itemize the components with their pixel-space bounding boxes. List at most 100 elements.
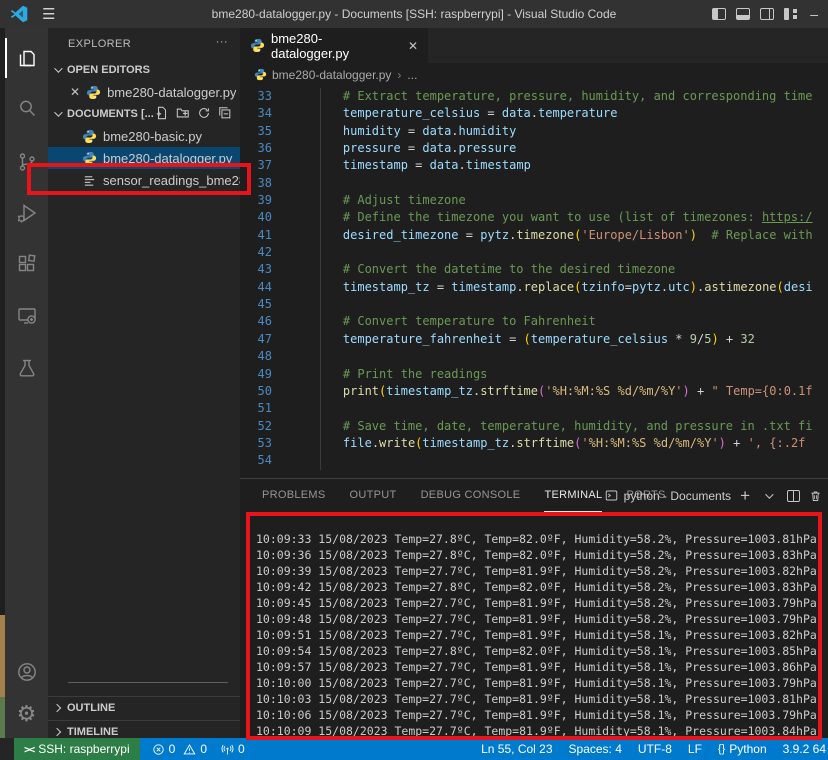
code-line[interactable]: 33 # Extract temperature, pressure, humi…	[240, 88, 828, 105]
open-editors-section[interactable]: OPEN EDITORS	[48, 59, 240, 81]
code-line[interactable]: 38	[240, 175, 828, 192]
code-line[interactable]: 40 # Define the timezone you want to use…	[240, 209, 828, 226]
terminal-selector[interactable]: python - Documents	[605, 489, 731, 503]
panel-tab-problems[interactable]: PROBLEMS	[262, 479, 326, 512]
indent-guide	[320, 88, 321, 470]
code-line[interactable]: 42	[240, 244, 828, 261]
run-debug-icon[interactable]	[5, 191, 48, 235]
line-number: 48	[240, 348, 272, 365]
code-line[interactable]: 34 temperature_celsius = data.temperatur…	[240, 105, 828, 122]
ports-indicator[interactable]: 0	[221, 742, 245, 756]
panel-tab-output[interactable]: OUTPUT	[350, 479, 397, 512]
language-mode[interactable]: {} Python	[718, 742, 767, 756]
remote-explorer-icon[interactable]	[5, 294, 48, 338]
breadcrumb[interactable]: bme280-datalogger.py › ...	[240, 63, 828, 86]
refresh-icon[interactable]	[197, 106, 211, 120]
line-number: 41	[240, 227, 272, 244]
settings-gear-icon[interactable]: ⚙	[5, 692, 48, 736]
line-number: 34	[240, 105, 272, 122]
explorer-icon[interactable]	[5, 36, 48, 80]
outline-section[interactable]: OUTLINE	[48, 696, 240, 718]
line-number: 40	[240, 209, 272, 226]
code-line[interactable]: 43 # Convert the datetime to the desired…	[240, 261, 828, 278]
minimize-button[interactable]: –	[810, 6, 818, 22]
status-bar: >< SSH: raspberrypi 0 0 0 Ln 55, Col 23 …	[0, 738, 828, 760]
vscode-window: ☰ bme280-datalogger.py - Documents [SSH:…	[0, 0, 828, 760]
problems-indicator[interactable]: 0 0	[152, 742, 207, 756]
file-item-bme280-basic.py[interactable]: bme280-basic.py	[48, 125, 240, 147]
code-line[interactable]: 54	[240, 452, 828, 469]
code-line[interactable]: 52 # Save time, date, temperature, humid…	[240, 418, 828, 435]
split-terminal-icon[interactable]	[787, 490, 800, 502]
extensions-icon[interactable]	[5, 242, 48, 286]
broadcast-tower-icon	[221, 743, 234, 756]
code-line[interactable]: 37 timestamp = data.timestamp	[240, 157, 828, 174]
account-icon[interactable]	[5, 650, 48, 694]
collapse-all-icon[interactable]	[218, 106, 232, 120]
code-line[interactable]: 46 # Convert temperature to Fahrenheit	[240, 313, 828, 330]
code-line[interactable]: 51	[240, 400, 828, 417]
code-line[interactable]: 41 desired_timezone = pytz.timezone('Eur…	[240, 227, 828, 244]
remote-indicator[interactable]: >< SSH: raspberrypi	[14, 738, 140, 760]
warning-icon	[183, 743, 196, 756]
tab-bar: bme280-datalogger.py ✕	[240, 28, 828, 63]
python-interpreter[interactable]: 3.9.2 64	[783, 742, 826, 756]
code-line[interactable]: 39 # Adjust timezone	[240, 192, 828, 209]
annotation-box-terminal-output	[246, 512, 822, 740]
menu-hamburger-icon[interactable]: ☰	[42, 5, 55, 23]
line-number: 50	[240, 383, 272, 400]
new-terminal-icon[interactable]: +	[740, 487, 750, 504]
code-line[interactable]: 45	[240, 296, 828, 313]
line-number: 43	[240, 261, 272, 278]
cursor-position[interactable]: Ln 55, Col 23	[481, 742, 552, 756]
code-line[interactable]: 49 # Print the readings	[240, 366, 828, 383]
tab-bme280-datalogger[interactable]: bme280-datalogger.py ✕	[240, 28, 428, 63]
new-file-icon[interactable]	[155, 106, 169, 120]
line-number: 45	[240, 296, 272, 313]
vscode-logo-icon	[9, 5, 29, 23]
toggle-panel-icon[interactable]	[736, 8, 750, 20]
explorer-sidebar: EXPLORER ··· OPEN EDITORS ✕ bme280-datal…	[48, 28, 240, 738]
line-number: 42	[240, 244, 272, 261]
encoding[interactable]: UTF-8	[638, 742, 672, 756]
line-number: 51	[240, 400, 272, 417]
panel-tab-debug-console[interactable]: DEBUG CONSOLE	[421, 479, 521, 512]
close-icon[interactable]: ✕	[70, 85, 80, 99]
line-number: 49	[240, 366, 272, 383]
search-icon[interactable]	[5, 86, 48, 130]
eol-sequence[interactable]: LF	[688, 742, 702, 756]
new-folder-icon[interactable]	[176, 106, 190, 120]
line-number: 54	[240, 452, 272, 469]
code-line[interactable]: 48	[240, 348, 828, 365]
testing-icon[interactable]	[5, 346, 48, 390]
file-name: bme280-basic.py	[103, 129, 202, 144]
title-bar: ☰ bme280-datalogger.py - Documents [SSH:…	[0, 0, 828, 28]
kill-terminal-trash-icon[interactable]	[809, 489, 822, 503]
code-line[interactable]: 47 temperature_fahrenheit = (temperature…	[240, 331, 828, 348]
sidebar-title: EXPLORER ···	[48, 28, 240, 59]
toggle-secondary-sidebar-icon[interactable]	[760, 8, 774, 20]
sidebar-sash[interactable]	[68, 682, 228, 683]
toggle-sidebar-icon[interactable]	[712, 8, 726, 20]
code-editor[interactable]: 33 # Extract temperature, pressure, humi…	[240, 88, 828, 470]
line-number: 33	[240, 88, 272, 105]
code-line[interactable]: 50 print(timestamp_tz.strftime('%H:%M:%S…	[240, 383, 828, 400]
line-number: 44	[240, 279, 272, 296]
terminal-dropdown-icon[interactable]	[765, 490, 773, 498]
code-line[interactable]: 36 pressure = data.pressure	[240, 140, 828, 157]
chevron-right-icon	[53, 703, 61, 711]
panel-tab-terminal[interactable]: TERMINAL	[544, 479, 602, 512]
customize-layout-icon[interactable]	[784, 8, 798, 20]
indentation[interactable]: Spaces: 4	[569, 742, 622, 756]
remote-icon: ><	[24, 743, 33, 756]
documents-section[interactable]: DOCUMENTS [...	[48, 103, 240, 125]
views-more-actions-icon[interactable]: ···	[216, 36, 228, 48]
annotation-box-sensor-file	[27, 163, 251, 195]
code-line[interactable]: 53 file.write(timestamp_tz.strftime('%H:…	[240, 435, 828, 452]
breadcrumb-separator: ›	[397, 68, 401, 82]
python-file-icon	[82, 129, 97, 144]
open-editor-item[interactable]: ✕ bme280-datalogger.py	[48, 81, 240, 103]
code-line[interactable]: 35 humidity = data.humidity	[240, 123, 828, 140]
code-line[interactable]: 44 timestamp_tz = timestamp.replace(tzin…	[240, 279, 828, 296]
tab-close-icon[interactable]: ✕	[408, 39, 418, 53]
